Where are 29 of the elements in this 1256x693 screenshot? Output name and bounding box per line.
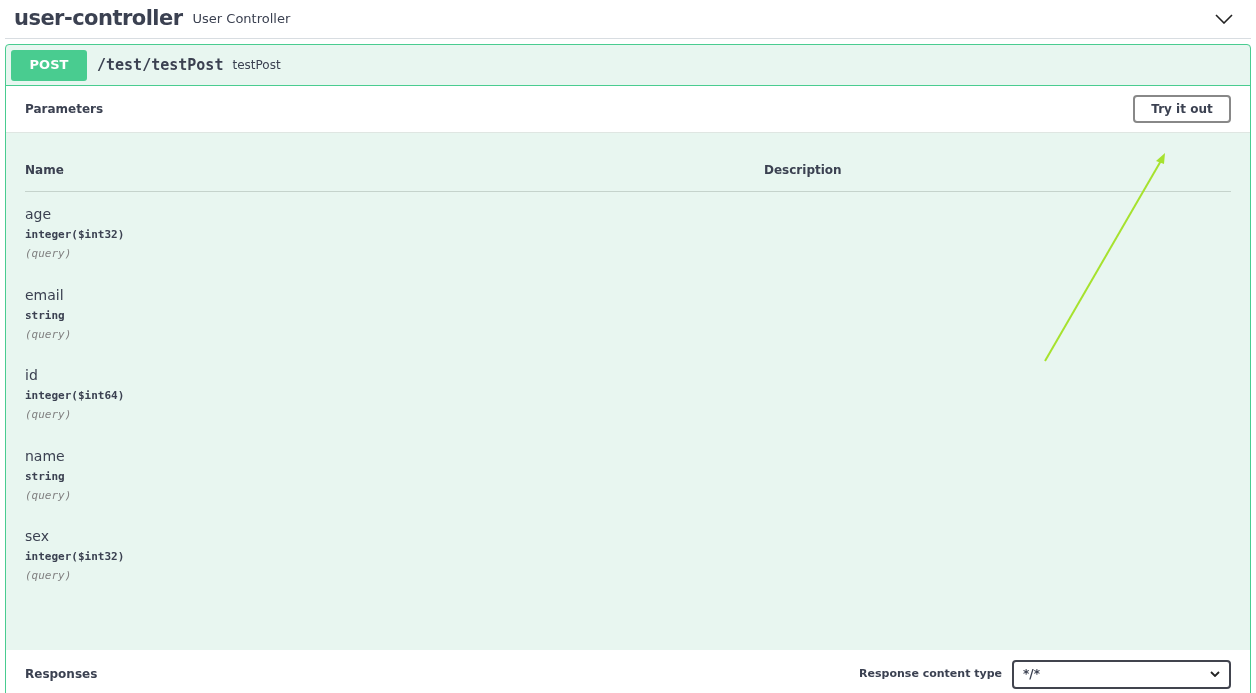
parameter-type: integer($int32) xyxy=(25,227,125,243)
parameter-location: (query) xyxy=(25,326,72,343)
column-header: Name xyxy=(25,162,65,179)
parameter-type: string xyxy=(25,307,65,324)
parameter-name: id xyxy=(25,366,38,385)
operation-path: /test/testPost xyxy=(97,54,224,76)
parameter-name: email xyxy=(25,285,64,305)
parameter-name: sex xyxy=(25,527,49,546)
parameter-name: age xyxy=(25,205,52,224)
content-type-select[interactable]: */* xyxy=(1012,659,1231,689)
parameter-location: (query) xyxy=(25,568,72,584)
column-header: Description xyxy=(764,162,842,179)
section-title: Responses xyxy=(25,666,98,683)
tag-name[interactable]: user-controller xyxy=(14,3,183,35)
operation-summary: testPost xyxy=(232,57,281,74)
try-it-out-button[interactable]: Try it out xyxy=(1133,95,1231,123)
tag-description: User Controller xyxy=(192,10,291,29)
content-type-label: Response content type xyxy=(859,665,1002,682)
chevron-icon[interactable] xyxy=(1215,14,1233,24)
parameter-location: (query) xyxy=(25,246,72,262)
parameter-location: (query) xyxy=(25,407,72,423)
method-badge: POST xyxy=(11,49,87,81)
caret-icon xyxy=(1210,671,1220,677)
parameter-type: integer($int32) xyxy=(25,549,125,565)
section-title: Parameters xyxy=(25,101,104,118)
parameter-type: integer($int64) xyxy=(25,388,125,404)
parameter-name: name xyxy=(25,446,65,466)
parameter-location: (query) xyxy=(25,487,72,504)
parameter-type: string xyxy=(25,468,65,485)
